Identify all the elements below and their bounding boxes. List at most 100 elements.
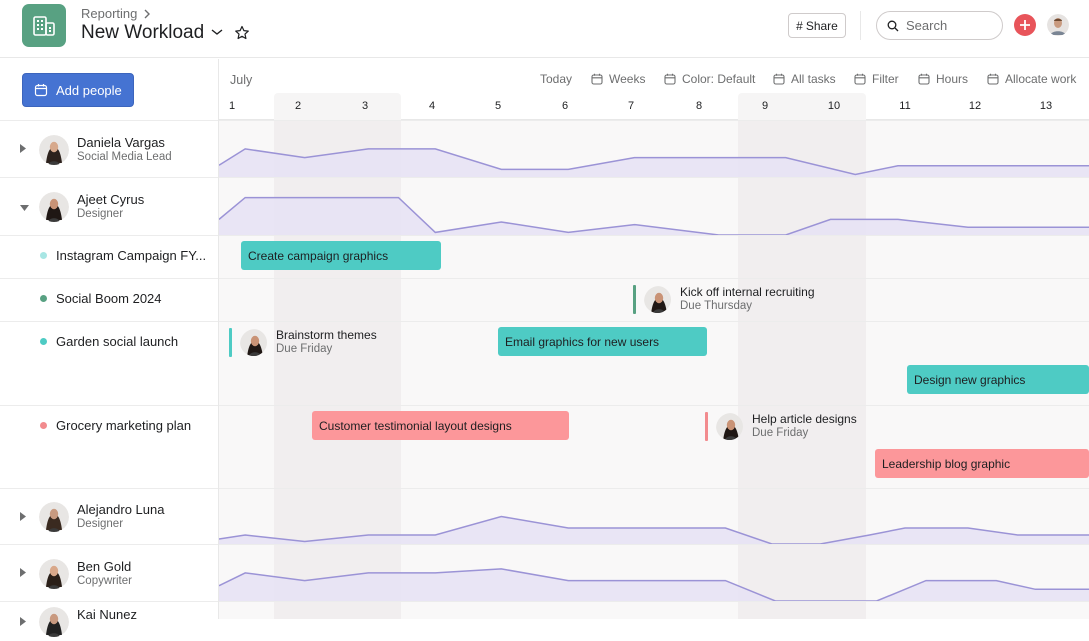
weekend-header: [738, 93, 866, 120]
calendar-icon: [773, 73, 785, 85]
milestone-title: Kick off internal recruiting: [680, 285, 815, 299]
avatar: [39, 607, 69, 637]
person-role: Designer: [77, 208, 124, 220]
calendar-icon: [918, 73, 930, 85]
calendar-icon: [34, 84, 48, 97]
day-label: 4: [428, 100, 436, 112]
chevron-down-icon[interactable]: [210, 27, 224, 37]
day-label: 5: [494, 100, 502, 112]
person-row[interactable]: Ben Gold Copywriter: [0, 544, 218, 601]
milestone-marker: [229, 327, 232, 357]
share-button[interactable]: # Share: [788, 13, 846, 38]
avatar: [39, 502, 69, 532]
divider: [860, 11, 861, 40]
people-pane: Add people Daniela Vargas Social Media Le…: [0, 59, 219, 637]
project-color-dot: [40, 422, 47, 429]
caret-right-icon[interactable]: [20, 140, 26, 158]
search-input[interactable]: Search: [876, 11, 1003, 40]
add-people-button[interactable]: Add people: [22, 73, 134, 107]
assignee-avatar: [240, 328, 267, 356]
caret-right-icon[interactable]: [20, 508, 26, 526]
task-bar[interactable]: Create campaign graphics: [241, 241, 441, 270]
milestone-due: Due Thursday: [680, 300, 753, 312]
toolbar-filter[interactable]: Filter: [854, 72, 899, 86]
building-icon[interactable]: [22, 4, 66, 47]
calendar-icon: [854, 73, 866, 85]
milestone-text: Kick off internal recruiting Due Thursday: [680, 285, 815, 313]
project-name: Garden social launch: [56, 334, 179, 349]
top-bar: Reporting New Workload # Share Search: [0, 0, 1089, 58]
star-icon[interactable]: [234, 25, 250, 41]
person-name: Ajeet Cyrus: [77, 192, 145, 207]
day-label: 9: [761, 100, 769, 112]
toolbar-allocate-work[interactable]: Allocate work: [987, 72, 1076, 86]
toolbar-color-default[interactable]: Color: Default: [664, 72, 755, 86]
row-divider: [219, 405, 1089, 406]
plus-icon: [1020, 20, 1030, 30]
toolbar-weeks[interactable]: Weeks: [591, 72, 645, 86]
workload-chart: [219, 515, 1089, 544]
assignee-avatar: [644, 285, 671, 313]
timeline-header: July Today Weeks Color: Default All tasks Fi…: [219, 59, 1089, 120]
avatar: [39, 134, 69, 165]
add-people-label: Add people: [56, 82, 122, 98]
day-label: 3: [361, 100, 369, 112]
add-button[interactable]: [1014, 14, 1036, 36]
project-color-dot: [40, 295, 47, 302]
milestone-task[interactable]: Brainstorm themes Due Friday: [229, 327, 377, 357]
task-bar[interactable]: Customer testimonial layout designs: [312, 411, 569, 440]
project-color-dot: [40, 338, 47, 345]
day-label: 2: [294, 100, 302, 112]
breadcrumb[interactable]: Reporting: [81, 6, 151, 21]
caret-down-icon[interactable]: [20, 198, 29, 216]
milestone-task[interactable]: Kick off internal recruiting Due Thursday: [633, 284, 815, 314]
month-label: July: [230, 73, 253, 87]
project-row[interactable]: Instagram Campaign FY...: [0, 235, 218, 278]
caret-right-icon[interactable]: [20, 564, 26, 582]
milestone-due: Due Friday: [752, 427, 809, 439]
toolbar-hours[interactable]: Hours: [918, 72, 968, 86]
hash-icon: #: [796, 18, 803, 33]
person-role: Social Media Lead: [77, 150, 172, 163]
user-avatar[interactable]: [1047, 14, 1069, 36]
project-row[interactable]: Social Boom 2024: [0, 278, 218, 321]
breadcrumb-reporting[interactable]: Reporting: [81, 6, 137, 21]
milestone-title: Help article designs: [752, 412, 857, 426]
task-bar[interactable]: Email graphics for new users: [498, 327, 707, 356]
day-label: 11: [899, 100, 911, 112]
person-row[interactable]: Kai Nunez: [0, 601, 218, 641]
person-name: Ben Gold: [77, 558, 132, 574]
person-name: Daniela Vargas: [77, 134, 165, 150]
day-label: 12: [968, 100, 982, 112]
day-label: 8: [695, 100, 703, 112]
assignee-avatar: [716, 412, 743, 440]
workload-timeline: July Today Weeks Color: Default All tasks Fi…: [219, 59, 1089, 619]
workload-area: [219, 516, 1089, 544]
day-label: 1: [228, 100, 236, 112]
day-label: 10: [827, 100, 841, 112]
project-name: Social Boom 2024: [56, 291, 162, 306]
caret-right-icon[interactable]: [20, 613, 26, 631]
workload-chart: [219, 196, 1089, 235]
person-row[interactable]: Ajeet Cyrus Designer: [0, 177, 218, 235]
avatar: [39, 192, 69, 222]
project-row[interactable]: Grocery marketing plan: [0, 405, 218, 488]
toolbar-today[interactable]: Today: [540, 72, 572, 86]
person-row[interactable]: Daniela Vargas Social Media Lead: [0, 120, 218, 177]
milestone-task[interactable]: Help article designs Due Friday: [705, 411, 857, 441]
milestone-text: Help article designs Due Friday: [752, 412, 857, 440]
toolbar-label: Allocate work: [1005, 72, 1077, 86]
project-color-dot: [40, 252, 47, 259]
chevron-right-icon: [144, 9, 151, 18]
workload-chart: [219, 148, 1089, 177]
task-bar[interactable]: Leadership blog graphic: [875, 449, 1089, 478]
day-label: 6: [561, 100, 569, 112]
project-row[interactable]: Garden social launch: [0, 321, 218, 405]
weekend-header: [274, 93, 401, 120]
avatar: [39, 558, 69, 589]
person-row[interactable]: Alejandro Luna Designer: [0, 488, 218, 544]
calendar-icon: [591, 73, 603, 85]
task-bar[interactable]: Design new graphics: [907, 365, 1089, 394]
toolbar-all-tasks[interactable]: All tasks: [773, 72, 836, 86]
toolbar-label: Weeks: [609, 72, 646, 86]
